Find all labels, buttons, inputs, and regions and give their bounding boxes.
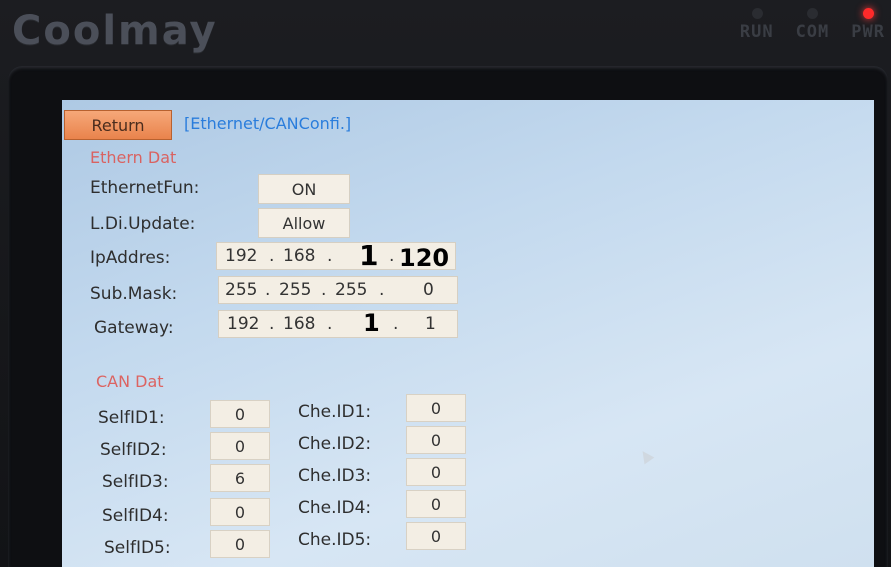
return-button[interactable]: Return (64, 110, 172, 140)
che-id1-field[interactable]: 0 (406, 394, 466, 422)
mouse-pointer-icon (637, 447, 655, 465)
self-id3-field[interactable]: 6 (210, 464, 270, 492)
che-id3-label: Che.ID3: (298, 466, 372, 486)
ip-octet-3: 1 (359, 239, 379, 272)
che-id5-field[interactable]: 0 (406, 522, 466, 550)
gateway-octet-4: 1 (425, 314, 436, 334)
ip-octet-1: 192 (225, 246, 258, 266)
ethernet-fun-toggle[interactable]: ON (258, 174, 350, 204)
self-id2-label: SelfID2: (100, 440, 167, 460)
gateway-field[interactable]: 192 . 168 . 1 . 1 (218, 309, 458, 338)
gateway-octet-3: 1 (363, 309, 380, 337)
che-id4-label: Che.ID4: (298, 498, 372, 518)
ip-octet-2: 168 (283, 246, 316, 266)
gateway-octet-1: 192 (227, 314, 260, 334)
com-indicator: COM (795, 8, 830, 42)
run-led-icon (751, 8, 763, 19)
self-id4-field[interactable]: 0 (210, 498, 270, 526)
brand-logo: Coolmay (12, 8, 218, 54)
update-toggle[interactable]: Allow (258, 208, 350, 238)
che-id1-label: Che.ID1: (298, 402, 372, 422)
ip-octet-4: 120 (399, 244, 450, 272)
can-section-heading: CAN Dat (96, 372, 164, 391)
hmi-screen: Return [Ethernet/CANConfi.] Ethern Dat E… (62, 100, 874, 567)
run-indicator: RUN (739, 8, 774, 42)
ethernet-section-heading: Ethern Dat (90, 148, 177, 167)
ethernet-fun-label: EthernetFun: (90, 178, 200, 198)
plc-hmi-device: Coolmay RUN COM PWR Return [Ethernet/CAN… (0, 0, 891, 567)
self-id4-label: SelfID4: (102, 506, 169, 526)
self-id3-label: SelfID3: (102, 472, 169, 492)
che-id2-field[interactable]: 0 (406, 426, 466, 454)
mask-octet-1: 255 (225, 280, 258, 300)
che-id3-field[interactable]: 0 (406, 458, 466, 486)
pwr-indicator-label: PWR (851, 22, 885, 42)
che-id2-label: Che.ID2: (298, 434, 372, 454)
che-id4-field[interactable]: 0 (406, 490, 466, 518)
gateway-label: Gateway: (94, 318, 174, 338)
self-id1-field[interactable]: 0 (210, 400, 270, 428)
run-indicator-label: RUN (739, 22, 774, 42)
page-title: [Ethernet/CANConfi.] (184, 114, 352, 133)
self-id5-field[interactable]: 0 (210, 530, 270, 558)
subnet-mask-label: Sub.Mask: (90, 284, 178, 304)
che-id5-label: Che.ID5: (298, 530, 372, 550)
gateway-octet-2: 168 (283, 314, 316, 334)
self-id1-label: SelfID1: (98, 408, 165, 428)
mask-octet-2: 255 (279, 280, 312, 300)
ip-address-field[interactable]: 192 . 168 . 1 . 120 (216, 239, 456, 272)
mask-octet-3: 255 (335, 280, 368, 300)
com-led-icon (807, 8, 819, 19)
subnet-mask-field[interactable]: 255 . 255 . 255 . 0 (218, 276, 458, 304)
self-id5-label: SelfID5: (104, 538, 171, 558)
com-indicator-label: COM (795, 22, 830, 42)
pwr-indicator: PWR (851, 8, 885, 42)
pwr-led-icon (863, 8, 875, 19)
status-indicators: RUN COM PWR (739, 8, 885, 42)
ip-address-label: IpAddres: (90, 248, 171, 268)
self-id2-field[interactable]: 0 (210, 432, 270, 460)
mask-octet-4: 0 (423, 280, 434, 300)
update-label: L.Di.Update: (90, 214, 196, 234)
